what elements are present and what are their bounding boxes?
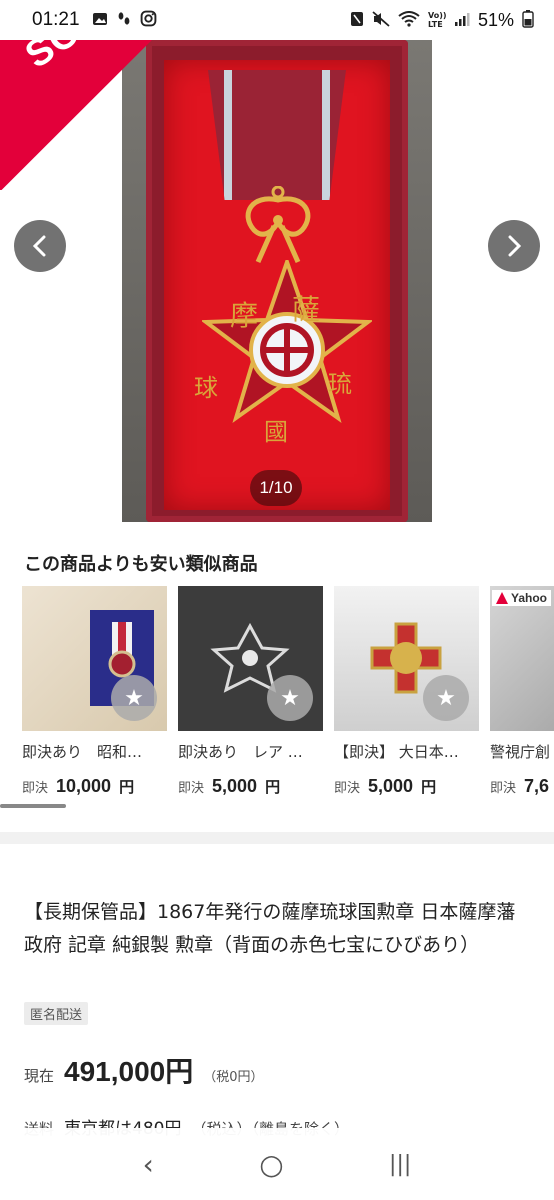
price-value: 5,000 <box>368 776 414 796</box>
similar-item-card[interactable]: Yahoo 警視庁創 即決 7,6 <box>490 586 554 797</box>
similar-item-price: 即決 5,000 円 <box>178 776 323 797</box>
similar-item-title[interactable]: 即決あり レア … <box>178 741 323 762</box>
recents-button[interactable]: ||| <box>389 1152 411 1177</box>
volte-icon: Vo)) LTE <box>427 11 447 29</box>
similar-item-card[interactable]: ★ 即決あり 昭和… 即決 10,000 円 <box>22 586 167 797</box>
price-label: 現在 <box>24 1067 55 1085</box>
system-nav-bar: ‹ ○ ||| <box>0 1128 554 1200</box>
sold-shape <box>0 40 182 190</box>
medal-char-3: 琉 <box>328 370 352 398</box>
similar-item-title[interactable]: 即決あり 昭和… <box>22 741 167 762</box>
signal-icon <box>454 11 470 30</box>
price-label: 即決 <box>334 781 361 796</box>
star-medal <box>202 260 372 423</box>
status-left-icons <box>92 10 157 30</box>
similar-item-thumb[interactable]: ★ <box>178 586 323 731</box>
battery-percent: 51% <box>477 9 514 30</box>
medal-case: 薩 摩 琉 球 國 <box>146 40 408 522</box>
instagram-icon <box>140 10 157 30</box>
price-label: 即決 <box>178 781 205 796</box>
similar-item-title[interactable]: 警視庁創 <box>490 741 554 762</box>
image-gallery[interactable]: 薩 摩 琉 球 國 SOLD 1/10 <box>0 40 554 522</box>
status-bar: 01:21 Vo)) LTE 51% <box>0 0 554 40</box>
similar-section-title: この商品よりも安い類似商品 <box>24 554 258 575</box>
footprints-icon <box>116 11 132 30</box>
current-price: 491,000円 <box>64 1056 194 1087</box>
similar-item-card[interactable]: ★ 即決あり レア … 即決 5,000 円 <box>178 586 323 797</box>
similar-item-thumb[interactable]: ★ <box>22 586 167 731</box>
price-value: 5,000 <box>212 776 258 796</box>
similar-item-price: 即決 5,000 円 <box>334 776 479 797</box>
similar-item-price: 即決 10,000 円 <box>22 776 167 797</box>
medal-char-1: 薩 <box>292 293 321 326</box>
item-title: 【長期保管品】1867年発行の薩摩琉球国勲章 日本薩摩藩政府 記章 純銀製 勲章… <box>24 901 516 956</box>
price-label: 即決 <box>22 781 49 796</box>
price-value: 10,000 <box>56 776 112 796</box>
price-unit: 円 <box>119 778 135 796</box>
battery-icon <box>522 9 534 31</box>
anonymous-shipping-badge: 匿名配送 <box>24 1002 89 1025</box>
medal-char-2: 摩 <box>230 299 259 332</box>
gallery-next-button[interactable] <box>488 220 540 272</box>
similar-item-card[interactable]: ★ 【即決】 大日本… 即決 5,000 円 <box>334 586 479 797</box>
wifi-icon <box>398 10 420 30</box>
similar-item-thumb[interactable]: Yahoo <box>490 586 554 731</box>
similar-items-list[interactable]: ★ 即決あり 昭和… 即決 10,000 円 ★ 即決あり レア … 即決 5,… <box>22 586 554 798</box>
favorite-button[interactable]: ★ <box>111 675 157 721</box>
gallery-prev-button[interactable] <box>14 220 66 272</box>
gallery-pager: 1/10 <box>250 470 302 506</box>
star-icon: ★ <box>124 685 144 711</box>
image-icon <box>92 11 108 30</box>
tax-note: （税0円） <box>203 1070 264 1085</box>
section-divider <box>0 832 554 844</box>
status-right-icons: Vo)) LTE 51% <box>350 9 534 31</box>
sold-ribbon: SOLD <box>0 40 182 190</box>
horizontal-scrollbar[interactable] <box>0 804 66 808</box>
current-price-row: 現在 491,000円 （税0円） <box>24 1050 264 1090</box>
chevron-right-icon <box>508 235 522 257</box>
similar-item-price: 即決 7,6 <box>490 776 554 797</box>
medal-char-5: 國 <box>264 418 288 446</box>
price-label: 即決 <box>490 781 517 796</box>
medal-char-4: 球 <box>194 374 218 402</box>
home-button[interactable]: ○ <box>259 1148 283 1181</box>
star-icon: ★ <box>280 685 300 711</box>
similar-item-thumb[interactable]: ★ <box>334 586 479 731</box>
price-value: 7,6 <box>524 776 550 796</box>
yahoo-logo: Yahoo <box>492 590 552 606</box>
back-button[interactable]: ‹ <box>143 1148 154 1181</box>
similar-item-title[interactable]: 【即決】 大日本… <box>334 741 479 762</box>
bow-ornament <box>245 186 311 264</box>
yahoo-logo-icon <box>496 592 508 604</box>
price-unit: 円 <box>265 778 281 796</box>
medal-ribbon <box>208 70 346 200</box>
star-icon: ★ <box>436 685 456 711</box>
favorite-button[interactable]: ★ <box>423 675 469 721</box>
status-time: 01:21 <box>32 9 80 30</box>
favorite-button[interactable]: ★ <box>267 675 313 721</box>
case-lining: 薩 摩 琉 球 國 <box>164 60 390 510</box>
nfc-icon <box>350 11 364 30</box>
chevron-left-icon <box>32 235 46 257</box>
mute-icon <box>372 10 390 30</box>
price-unit: 円 <box>421 778 437 796</box>
